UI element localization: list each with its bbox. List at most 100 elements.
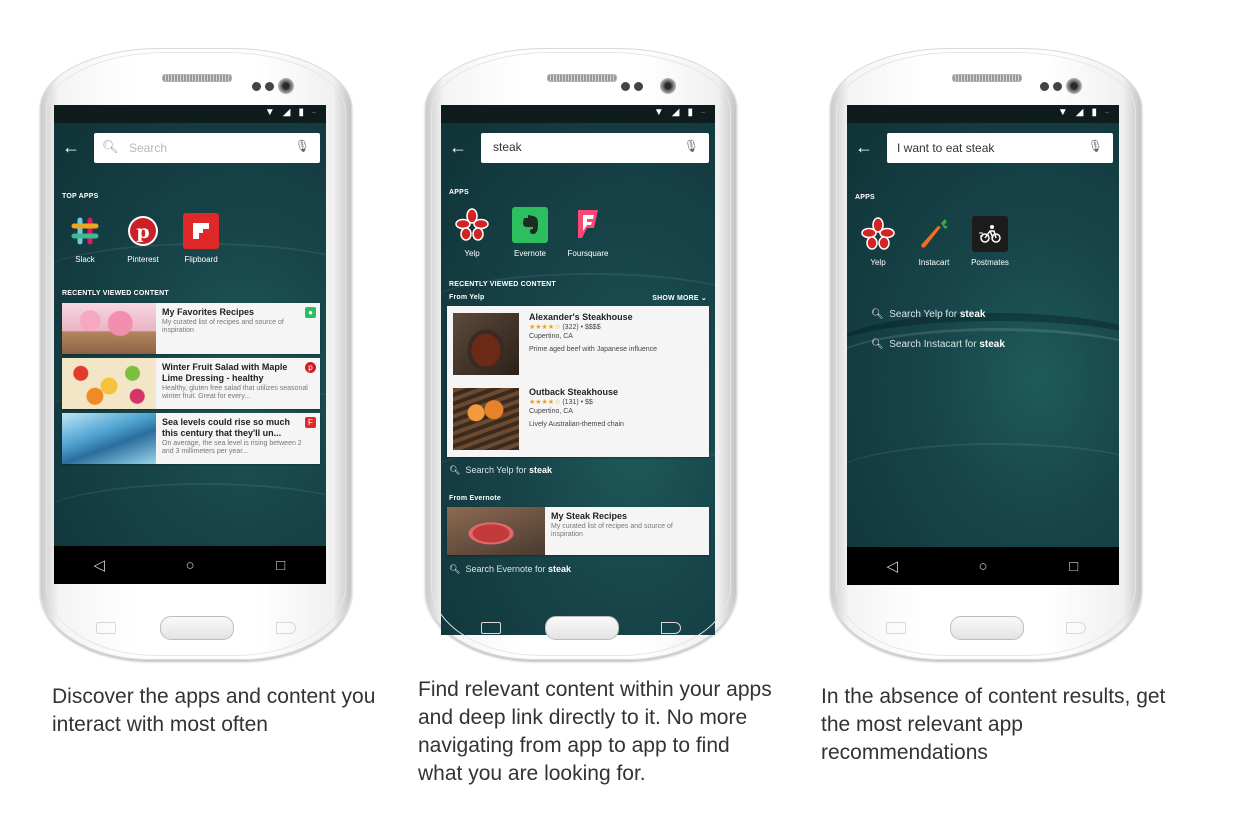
search-icon: 🔍︎ bbox=[871, 339, 884, 350]
caption-discover: Discover the apps and content you intera… bbox=[52, 685, 376, 736]
app-label: Flipboard bbox=[184, 255, 218, 264]
yelp-icon bbox=[454, 207, 490, 243]
raw-steak-thumbnail bbox=[447, 507, 545, 555]
phone-1: ▼ ◢ ▮ ·· ← 🔍︎ Search 🎙︎ TOP APPS Slack p… bbox=[40, 48, 352, 660]
sensor bbox=[634, 82, 643, 91]
pinterest-badge-icon: p bbox=[305, 362, 316, 373]
back-key bbox=[661, 622, 681, 634]
flipboard-badge-icon: F bbox=[305, 417, 316, 428]
screen-3: ▼ ◢ ▮ ·· ← I want to eat steak 🎙︎ APPS Yelp bbox=[847, 105, 1119, 585]
microphone-icon[interactable]: 🎙︎ bbox=[684, 139, 699, 153]
search-evernote-suggestion[interactable]: 🔍︎ Search Evernote for steak bbox=[449, 564, 709, 575]
show-more-link[interactable]: SHOW MORE ⌄ bbox=[652, 294, 707, 302]
app-label: Yelp bbox=[464, 249, 480, 258]
nav-recents-icon[interactable]: □ bbox=[1044, 558, 1104, 575]
home-button bbox=[545, 616, 619, 640]
camera-icon bbox=[660, 78, 676, 94]
screen-2: ▼ ◢ ▮ ·· ← steak 🎙︎ APPS Yelp Evernote F… bbox=[441, 105, 715, 635]
search-icon: 🔍︎ bbox=[449, 564, 461, 574]
yelp-icon bbox=[860, 216, 896, 252]
app-instacart[interactable]: Instacart bbox=[911, 216, 957, 267]
search-yelp-suggestion[interactable]: 🔍︎ Search Yelp for steak bbox=[871, 309, 1113, 320]
search-yelp-suggestion[interactable]: 🔍︎ Search Yelp for steak bbox=[449, 465, 709, 476]
fruit-salad-thumbnail bbox=[62, 358, 156, 409]
content-card[interactable]: My Favorites Recipes My curated list of … bbox=[62, 303, 320, 354]
search-input[interactable]: I want to eat steak 🎙︎ bbox=[887, 133, 1113, 163]
recent-content-header: RECENTLY VIEWED CONTENT bbox=[62, 290, 169, 297]
camera-icon bbox=[278, 78, 294, 94]
more-icon: ·· bbox=[701, 109, 705, 116]
screen-1: ▼ ◢ ▮ ·· ← 🔍︎ Search 🎙︎ TOP APPS Slack p… bbox=[54, 105, 326, 584]
card-title: Winter Fruit Salad with Maple Lime Dress… bbox=[162, 362, 288, 383]
nav-recents-icon[interactable]: □ bbox=[251, 557, 311, 574]
search-icon: 🔍︎ bbox=[102, 139, 119, 154]
slack-icon bbox=[67, 213, 103, 249]
camera-icon bbox=[1066, 78, 1082, 94]
app-yelp[interactable]: Yelp bbox=[855, 216, 901, 267]
result-row[interactable]: Alexander's Steakhouse ★★★★☆ (322) • $$$… bbox=[447, 306, 709, 381]
caption-deep-link: Find relevant content within your apps a… bbox=[418, 678, 772, 785]
apps-header: APPS bbox=[855, 194, 875, 201]
business-name: Outback Steakhouse bbox=[529, 387, 619, 397]
review-meta: (131) • $$ bbox=[562, 399, 593, 406]
sensor bbox=[252, 82, 261, 91]
app-label: Pinterest bbox=[127, 255, 159, 264]
chevron-down-icon: ⌄ bbox=[700, 295, 707, 302]
speaker-grille bbox=[547, 74, 617, 82]
back-key bbox=[1066, 622, 1086, 634]
caption-recommendations: In the absence of content results, get t… bbox=[821, 685, 1166, 764]
nav-home-icon[interactable]: ○ bbox=[953, 558, 1013, 575]
phone-2: ▼ ◢ ▮ ·· ← steak 🎙︎ APPS Yelp Evernote F… bbox=[425, 48, 737, 660]
search-instacart-suggestion[interactable]: 🔍︎ Search Instacart for steak bbox=[871, 339, 1113, 350]
evernote-note-card[interactable]: My Steak Recipes My curated list of reci… bbox=[447, 507, 709, 555]
home-button bbox=[950, 616, 1024, 640]
wifi-icon: ▼ bbox=[264, 107, 275, 118]
search-placeholder: Search bbox=[129, 141, 168, 155]
signal-icon: ◢ bbox=[282, 107, 291, 118]
back-arrow-icon[interactable]: ← bbox=[449, 137, 467, 157]
apps-list: Yelp Evernote Foursquare bbox=[449, 207, 611, 258]
back-key bbox=[276, 622, 296, 634]
app-evernote[interactable]: Evernote bbox=[507, 207, 553, 258]
card-description: Healthy, gluten free salad that utilizes… bbox=[162, 385, 308, 400]
app-slack[interactable]: Slack bbox=[62, 213, 108, 264]
card-title: My Favorites Recipes bbox=[162, 307, 255, 317]
app-area: ← 🔍︎ Search 🎙︎ TOP APPS Slack p Pinteres… bbox=[54, 123, 326, 546]
evernote-badge-icon: ● bbox=[305, 307, 316, 318]
more-icon: ·· bbox=[1105, 109, 1109, 116]
app-postmates[interactable]: Postmates bbox=[967, 216, 1013, 267]
android-nav-bar: ◁ ○ □ bbox=[847, 547, 1119, 585]
star-rating: ★★★★☆ bbox=[529, 324, 561, 331]
app-pinterest[interactable]: p Pinterest bbox=[120, 213, 166, 264]
search-input[interactable]: steak 🎙︎ bbox=[481, 133, 709, 163]
result-row[interactable]: Outback Steakhouse ★★★★☆ (131) • $$ Cupe… bbox=[447, 381, 709, 457]
signal-icon: ◢ bbox=[671, 107, 680, 118]
microphone-icon[interactable]: 🎙︎ bbox=[295, 139, 310, 153]
nav-back-icon[interactable]: ◁ bbox=[862, 557, 922, 575]
steak-plate-thumbnail bbox=[453, 313, 519, 375]
app-label: Yelp bbox=[870, 258, 886, 267]
app-label: Evernote bbox=[513, 249, 547, 258]
app-flipboard[interactable]: Flipboard bbox=[178, 213, 224, 264]
phone-3: ▼ ◢ ▮ ·· ← I want to eat steak 🎙︎ APPS Yelp bbox=[830, 48, 1142, 660]
star-rating: ★★★★☆ bbox=[529, 399, 561, 406]
business-name: Alexander's Steakhouse bbox=[529, 312, 633, 322]
apps-list: Yelp Instacart Postmates bbox=[855, 216, 1013, 267]
search-value: steak bbox=[493, 140, 522, 154]
back-arrow-icon[interactable]: ← bbox=[62, 137, 80, 157]
business-description: Lively Australian-themed chain bbox=[529, 421, 624, 428]
cupcake-thumbnail bbox=[62, 303, 156, 354]
content-card[interactable]: Sea levels could rise so much this centu… bbox=[62, 413, 320, 464]
nav-home-icon[interactable]: ○ bbox=[160, 557, 220, 574]
app-yelp[interactable]: Yelp bbox=[449, 207, 495, 258]
search-icon: 🔍︎ bbox=[449, 465, 461, 475]
card-description: On average, the sea level is rising betw… bbox=[162, 440, 302, 455]
nav-back-icon[interactable]: ◁ bbox=[69, 556, 129, 574]
app-foursquare[interactable]: Foursquare bbox=[565, 207, 611, 258]
speaker-grille bbox=[952, 74, 1022, 82]
app-area: ← I want to eat steak 🎙︎ APPS Yelp Insta… bbox=[847, 123, 1119, 547]
back-arrow-icon[interactable]: ← bbox=[855, 137, 873, 157]
microphone-icon[interactable]: 🎙︎ bbox=[1088, 139, 1103, 153]
content-card[interactable]: Winter Fruit Salad with Maple Lime Dress… bbox=[62, 358, 320, 409]
search-input[interactable]: 🔍︎ Search 🎙︎ bbox=[94, 133, 320, 163]
